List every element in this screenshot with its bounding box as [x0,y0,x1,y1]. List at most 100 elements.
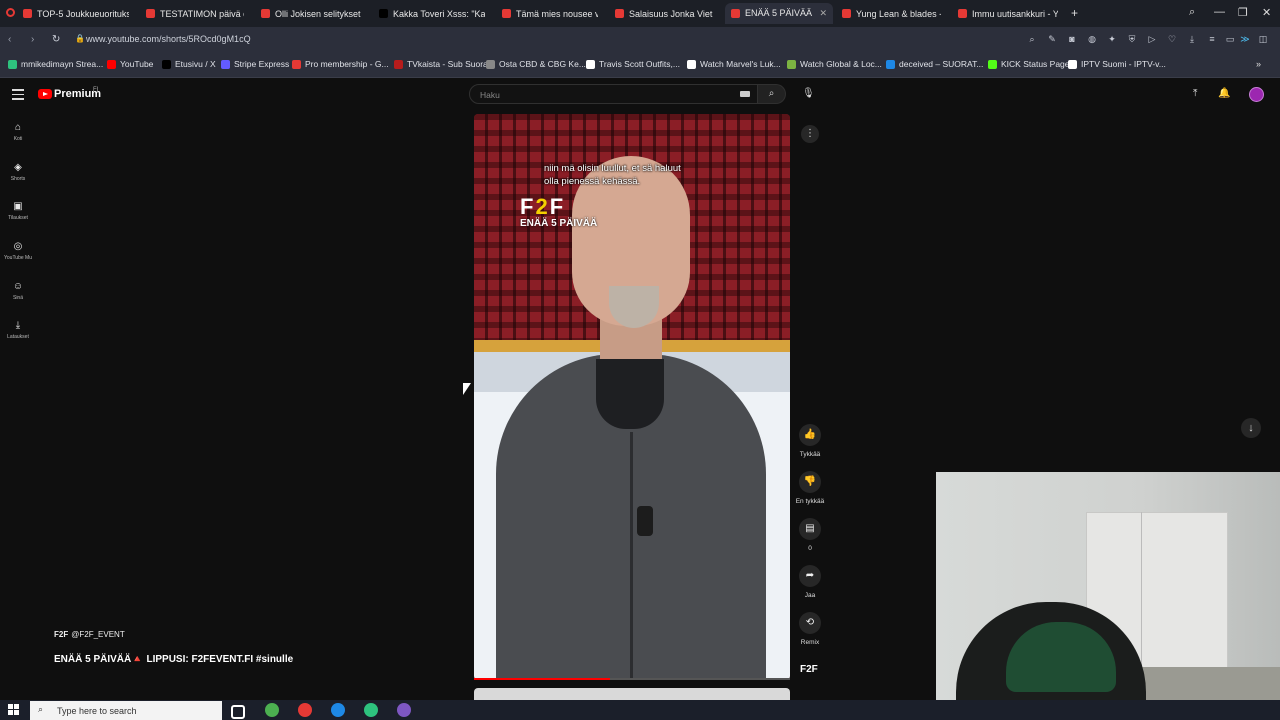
browser-tab[interactable]: Salaisuus Jonka Viet Hau [609,3,720,24]
bookmark-item[interactable]: mmikedimayn Strea... [8,59,103,69]
bookmark-item[interactable]: Watch Global & Loc... [787,59,882,69]
channel-logo[interactable]: F2F [54,630,68,639]
bookmark-label: YouTube [120,59,154,69]
channel-handle[interactable]: @F2F_EVENT [71,630,124,639]
remix-button[interactable]: ⟲ Remix [792,612,828,646]
browser-tab[interactable]: Kakka Toveri Xsss: "Kala o [373,3,491,24]
taskbar-edge-icon[interactable] [331,703,345,717]
browser-tab[interactable]: Olli Jokisen selitykset nel [255,3,368,24]
microphone-icon[interactable]: 🎙 [802,88,815,99]
browser-tab[interactable]: Immu uutisankkuri - YouT [952,3,1064,24]
f2f-logo-left: F [520,194,536,219]
action-label: En tykkää [795,498,825,505]
tab-close-icon[interactable]: ✕ [819,8,827,19]
bookmark-item[interactable]: Etusivu / X [162,59,216,69]
bookmark-item[interactable]: YouTube [107,59,153,69]
browser-tab[interactable]: Tämä mies nousee valtav [496,3,604,24]
action-label: Jaa [804,592,816,599]
taskbar-app-green-icon[interactable] [364,703,378,717]
aria-icon[interactable]: ≫ [1240,34,1250,44]
youtube-logo-icon[interactable] [38,89,52,99]
minimize-icon[interactable]: — [1214,6,1225,18]
heart-icon[interactable]: ♡ [1167,34,1177,44]
bookmark-favicon-icon [221,59,230,69]
browser-tab[interactable]: Yung Lean & blades - INF [836,3,947,24]
sidebar-item-shorts[interactable]: ◈ Shorts [0,162,36,182]
channel-info[interactable]: F2F @F2F_EVENT [54,630,125,639]
address-input[interactable]: www.youtube.com/shorts/5ROcd0gM1cQ [86,34,251,44]
camera-icon[interactable]: ◙ [1067,34,1077,44]
sidebar-item-sinä[interactable]: ☺ Sinä [0,281,36,301]
short-video-player[interactable]: niin mä olisin luullut, et sä haluut oll… [474,114,790,680]
taskbar-chrome-icon[interactable] [265,703,279,717]
search-button[interactable]: ⌕ [758,84,786,104]
browser-tab[interactable]: ENÄÄ 5 PÄIVÄÄ🔺 LIP ✕ [725,3,833,24]
taskbar-app-purple-icon[interactable] [397,703,411,717]
close-window-icon[interactable]: ✕ [1262,6,1271,19]
maximize-icon[interactable]: ❐ [1238,6,1248,19]
bookmark-item[interactable]: KICK Status Page [988,59,1070,69]
bookmark-item[interactable]: deceived – SUORAT... [886,59,983,69]
tab-favicon-icon [379,9,388,18]
taskbar-opera-icon[interactable] [298,703,312,717]
browser-tab[interactable]: TOP-5 Joukkueuoritukset [17,3,135,24]
bookmark-item[interactable]: IPTV Suomi - IPTV-v... [1068,59,1166,69]
tab-title: Salaisuus Jonka Viet Hau [629,8,714,19]
bookmark-item[interactable]: Travis Scott Outfits,... [586,59,680,69]
back-icon[interactable]: ‹ [8,34,11,45]
sidebar-item-youtube-mu[interactable]: ◎ YouTube Mu [0,241,36,261]
remix-icon[interactable]: ⟲ [799,612,821,634]
short-description[interactable]: ENÄÄ 5 PÄIVÄÄ🔺 LIPPUSI: F2FEVENT.FI #sin… [54,654,293,665]
sound-thumbnail[interactable]: F2F [800,664,818,675]
reload-icon[interactable]: ↻ [52,34,60,45]
notifications-bell-icon[interactable]: 🔔 [1218,88,1230,99]
sidebar-toggle-icon[interactable]: ◫ [1258,34,1268,44]
sidebar-item-tilaukset[interactable]: ▣ Tilaukset [0,201,36,221]
download-icon[interactable]: ⤓ [1187,34,1197,44]
forward-icon[interactable]: › [31,34,34,45]
next-short-preview[interactable] [474,688,790,700]
downloads-icon: ⤓ [15,320,21,331]
bookmark-item[interactable]: TVkaista - Sub Suora [394,59,488,69]
more-options-icon[interactable]: ⋮ [801,125,819,143]
comments-icon[interactable]: ▤ [799,518,821,540]
dislike-button[interactable]: 👎 En tykkää [792,471,828,505]
wallet-icon[interactable]: ▭ [1225,34,1235,44]
share-button[interactable]: ➦ Jaa [792,565,828,599]
next-video-arrow-icon[interactable]: ↓ [1241,418,1261,438]
sidebar-item-koti[interactable]: ⌂ Koti [0,122,36,142]
sidebar-item-lataukset[interactable]: ⤓ Lataukset [0,320,36,340]
taskbar-task-view-icon[interactable] [231,705,245,719]
keyboard-icon[interactable] [740,91,750,97]
edit-icon[interactable]: ✎ [1047,34,1057,44]
windows-start-icon[interactable] [8,704,20,716]
shield-icon[interactable]: ⛨ [1127,34,1137,44]
like-icon[interactable]: 👍 [799,424,821,446]
opera-logo-icon[interactable] [6,8,15,17]
dislike-icon[interactable]: 👎 [799,471,821,493]
tab-search-icon[interactable]: ⌕ [1189,6,1195,19]
share-icon[interactable]: ➦ [799,565,821,587]
bookmarks-more-icon[interactable]: » [1256,59,1261,69]
browser-tab[interactable]: TESTATIMON päivä osa 1 [140,3,250,24]
bookmark-favicon-icon [586,59,595,69]
extension-icon[interactable]: ✦ [1107,34,1117,44]
vpn-icon[interactable]: ◍ [1087,34,1097,44]
bookmark-item[interactable]: Pro membership - G... [292,59,389,69]
video-progress-bar[interactable] [474,678,790,680]
bookmark-item[interactable]: Stripe Express [221,59,289,69]
search-placeholder: Haku [480,90,500,100]
bookmark-item[interactable]: Watch Marvel's Luk... [687,59,781,69]
new-tab-button[interactable]: + [1071,6,1078,20]
avatar[interactable] [1249,87,1264,102]
play-icon[interactable]: ▷ [1147,34,1157,44]
hamburger-menu-icon[interactable] [12,89,24,103]
comments-button[interactable]: ▤ 0 [792,518,828,552]
search-input[interactable] [469,84,758,104]
like-button[interactable]: 👍 Tykkää [792,424,828,458]
bookmark-item[interactable]: Osta CBD & CBG Ke... [486,59,586,69]
menu-list-icon[interactable]: ≡ [1207,34,1217,44]
upload-icon[interactable]: ⤒ [1193,88,1197,99]
lens-icon[interactable]: ⌕ [1027,34,1037,44]
mouse-cursor-icon [463,383,471,395]
